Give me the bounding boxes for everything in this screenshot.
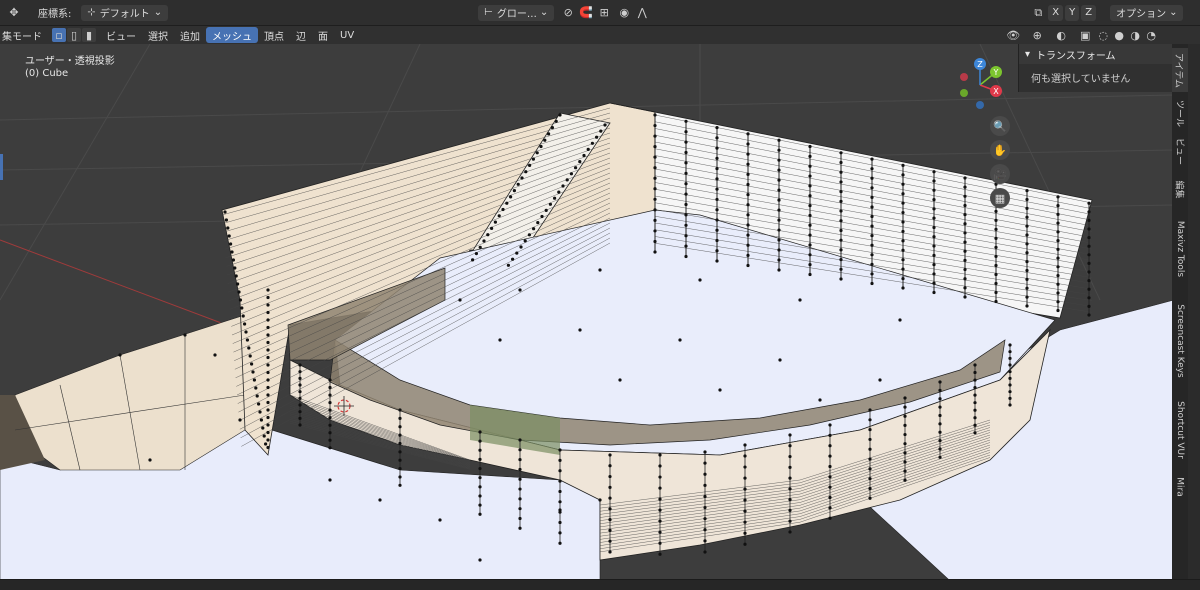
chevron-down-icon: ⌄ <box>539 7 549 18</box>
transform-gizmo-icon[interactable]: ✥ <box>6 5 22 21</box>
axes-icon: ⊹ <box>87 7 96 18</box>
nothing-selected-message: 何も選択していません <box>1031 74 1131 85</box>
chevron-down-icon: ⌄ <box>153 7 163 18</box>
menu-select[interactable]: 選択 <box>142 27 174 43</box>
options-label: オプション <box>1116 9 1167 20</box>
menu-vertex[interactable]: 頂点 <box>258 27 290 43</box>
camera-icon[interactable]: 🎥 <box>990 164 1010 184</box>
gizmo-icon[interactable]: ⊕ <box>1029 27 1045 43</box>
menu-face[interactable]: 面 <box>312 27 334 43</box>
tab-item[interactable]: アイテム <box>1172 48 1188 92</box>
active-tool-marker <box>0 154 3 180</box>
snap-target-icon[interactable]: ⊞ <box>596 5 612 21</box>
transform-panel-title: トランスフォーム <box>1036 50 1116 62</box>
transform-panel-header[interactable]: ▾ トランスフォーム <box>1019 44 1173 64</box>
hand-icon[interactable]: ✋ <box>990 140 1010 160</box>
mode-selector[interactable]: 集モード <box>0 27 48 43</box>
sidebar-panel: ▾ トランスフォーム 何も選択していません <box>1018 44 1173 92</box>
coordinate-system-value: デフォルト <box>99 9 150 20</box>
shading-solid-icon[interactable]: ● <box>1111 27 1127 43</box>
chevron-down-icon: ⌄ <box>1169 7 1178 18</box>
properties-edge <box>1188 44 1200 579</box>
orientation-value: グロー… <box>496 9 537 20</box>
tab-maxivz-tools[interactable]: Maxivz Tools <box>1172 212 1188 286</box>
tab-edit[interactable]: 編集 <box>1172 172 1188 206</box>
edge-select-icon[interactable]: ▯ <box>67 28 81 42</box>
mirror-x-toggle[interactable]: X <box>1048 4 1064 21</box>
3d-viewport[interactable]: ユーザー・透視投影 (0) Cube Z Y X 🔍 ✋ 🎥 ▦ <box>0 44 1174 579</box>
view-name: ユーザー・透視投影 <box>25 56 115 67</box>
orientation-icon: ⊢ <box>484 7 493 18</box>
tab-mira[interactable]: Mira <box>1172 470 1188 504</box>
navigation-gizmo[interactable]: Z Y X <box>950 54 1020 124</box>
overlay-icon[interactable]: ◐ <box>1053 27 1069 43</box>
menu-add[interactable]: 追加 <box>174 27 206 43</box>
coordinate-system-dropdown[interactable]: ⊹ デフォルト ⌄ <box>81 4 169 21</box>
shading-material-icon[interactable]: ◑ <box>1127 27 1143 43</box>
mirror-z-toggle[interactable]: Z <box>1081 4 1097 21</box>
neg-z-axis-icon[interactable] <box>976 101 984 109</box>
neg-x-axis-icon[interactable] <box>960 73 968 81</box>
tab-tool[interactable]: ツール <box>1172 96 1188 130</box>
transform-orientation-dropdown[interactable]: ⊢ グロー… ⌄ <box>478 4 555 21</box>
shading-wireframe-icon[interactable]: ◌ <box>1095 27 1111 43</box>
menu-mesh[interactable]: メッシュ <box>206 27 258 43</box>
snap-icon[interactable]: 🧲 <box>578 5 594 21</box>
disclosure-triangle-icon: ▾ <box>1025 48 1031 60</box>
active-object-name: (0) Cube <box>25 68 69 79</box>
pivot-point-icon[interactable]: ⊘ <box>560 5 576 21</box>
zoom-icon[interactable]: 🔍 <box>990 116 1010 136</box>
svg-text:Y: Y <box>993 68 999 77</box>
grid-icon[interactable]: ▦ <box>990 188 1010 208</box>
falloff-curve-icon[interactable]: ⋀ <box>634 5 650 21</box>
sidebar-tabs: アイテム ツール ビュー 編集 Maxivz Tools Screencast … <box>1172 44 1188 579</box>
top-header-bar: ✥ 座標系: ⊹ デフォルト ⌄ ⊢ グロー… ⌄ ⊘ 🧲 ⊞ ◉ ⋀ ⧉ X … <box>0 0 1200 26</box>
tab-shortcut-vur[interactable]: Shortcut VUr <box>1172 394 1188 466</box>
menu-uv[interactable]: UV <box>334 27 360 43</box>
vertex-select-icon[interactable]: ▫ <box>52 28 66 42</box>
shading-rendered-icon[interactable]: ◔ <box>1143 27 1159 43</box>
mirror-icon[interactable]: ⧉ <box>1030 5 1046 21</box>
svg-text:X: X <box>993 87 999 96</box>
menu-view[interactable]: ビュー <box>100 27 142 43</box>
svg-text:Z: Z <box>977 60 983 69</box>
editor-menu-bar: 集モード ▫ ▯ ▮ ビュー 選択 追加 メッシュ 頂点 辺 面 UV 👁 ⊕ … <box>0 26 1200 44</box>
coordinate-system-label: 座標系: <box>38 9 72 20</box>
neg-y-axis-icon[interactable] <box>960 89 968 97</box>
visibility-icon[interactable]: 👁 <box>1005 27 1021 43</box>
face-select-icon[interactable]: ▮ <box>82 28 96 42</box>
tab-view[interactable]: ビュー <box>1172 134 1188 168</box>
xray-icon[interactable]: ▣ <box>1077 27 1093 43</box>
proportional-edit-icon[interactable]: ◉ <box>616 5 632 21</box>
menu-edge[interactable]: 辺 <box>290 27 312 43</box>
mirror-y-toggle[interactable]: Y <box>1065 4 1080 21</box>
options-dropdown[interactable]: オプション ⌄ <box>1110 4 1184 21</box>
tab-screencast-keys[interactable]: Screencast Keys <box>1172 294 1188 388</box>
bottom-status-bar <box>0 579 1200 590</box>
